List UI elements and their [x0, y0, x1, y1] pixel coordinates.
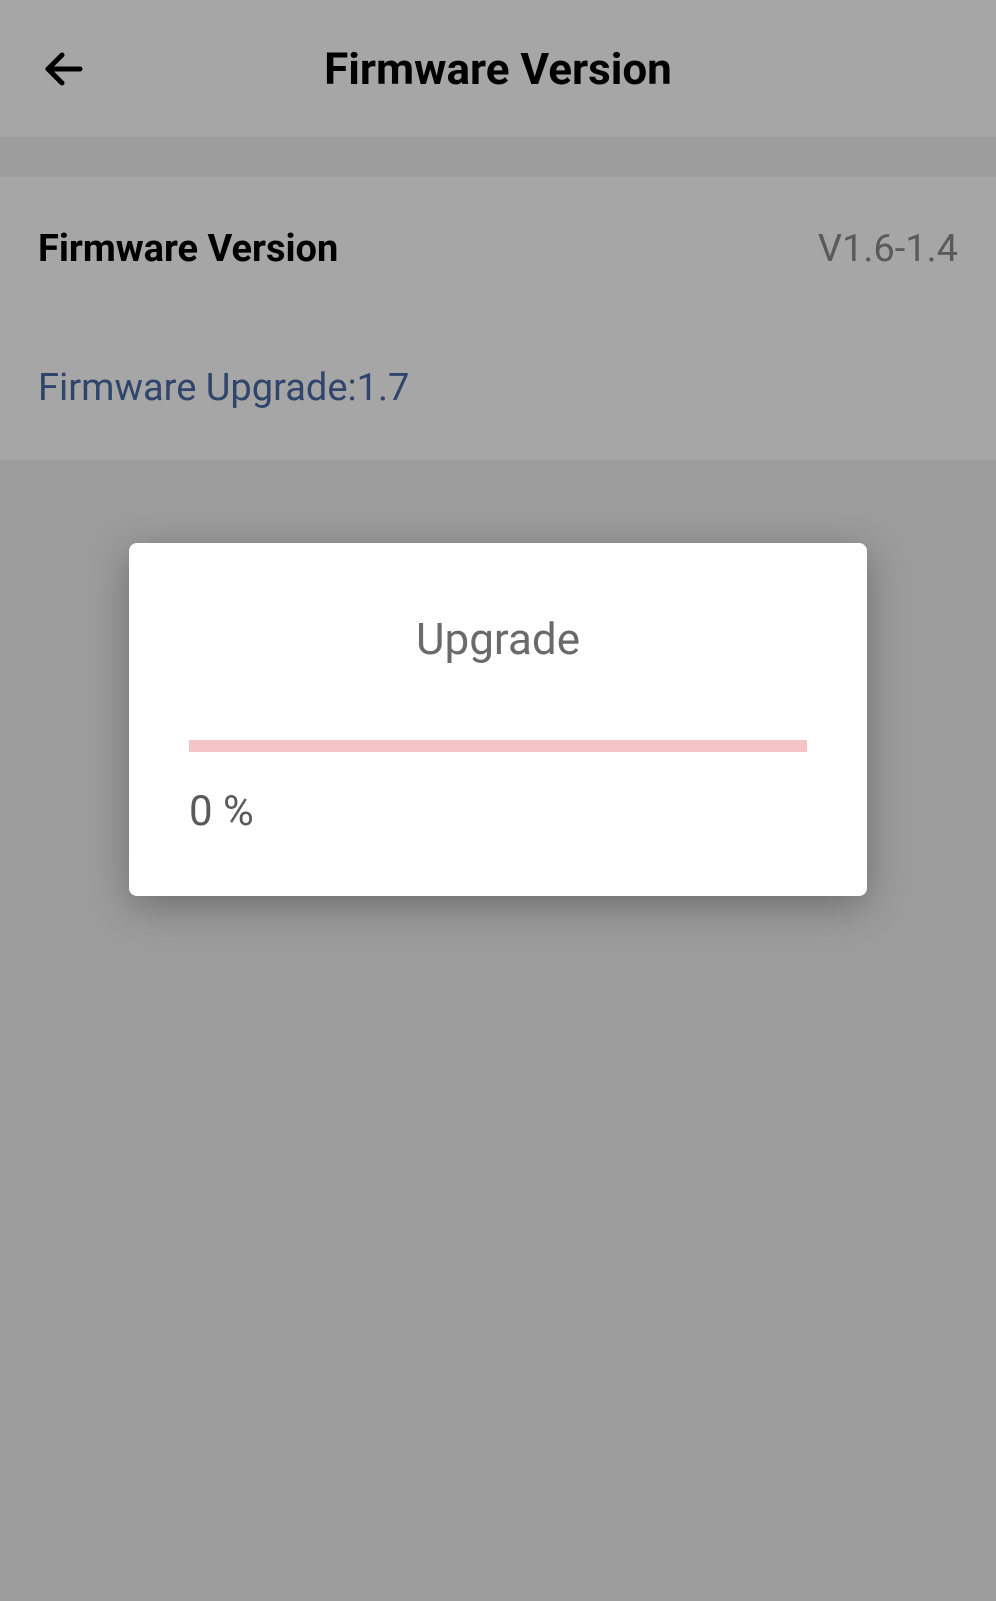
modal-overlay[interactable]: Upgrade 0 % [0, 0, 996, 1601]
upgrade-modal: Upgrade 0 % [129, 543, 867, 896]
progress-bar [189, 740, 807, 752]
modal-title: Upgrade [189, 613, 807, 665]
progress-percentage: 0 % [189, 787, 807, 836]
